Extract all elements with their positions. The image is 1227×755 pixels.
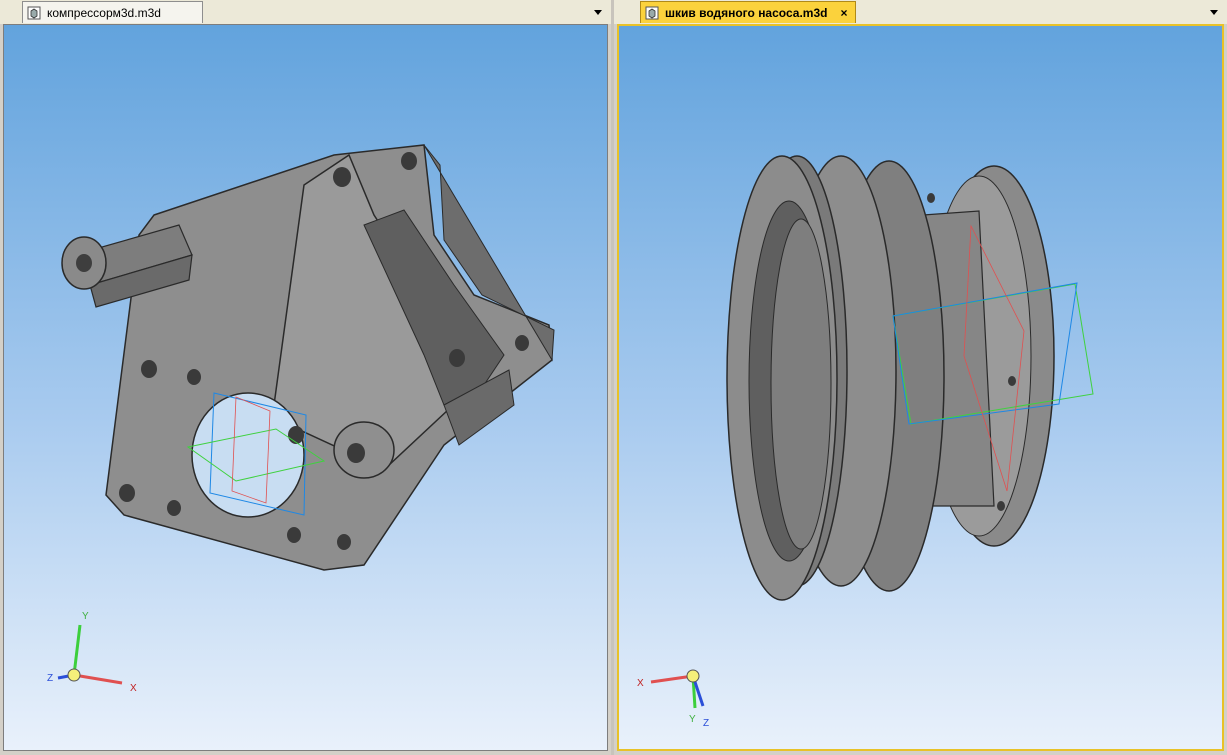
document-3d-icon — [645, 6, 659, 19]
right-document-window: шкив водяного насоса.m3d × X Y Z — [614, 0, 1227, 755]
tab-water-pump-pulley[interactable]: шкив водяного насоса.m3d × — [640, 1, 856, 23]
left-3d-viewport[interactable]: Y X Z — [3, 24, 608, 751]
tab-label: компрессорм3d.m3d — [47, 5, 161, 20]
left-tab-bar: компрессорм3d.m3d — [0, 0, 611, 24]
coordinate-triad: X Y Z — [637, 669, 709, 729]
y-axis-label: Y — [82, 611, 89, 622]
y-axis-label: Y — [689, 714, 696, 725]
z-axis-label: Z — [47, 673, 53, 684]
document-3d-icon — [27, 6, 41, 19]
z-axis-label: Z — [703, 718, 709, 729]
left-document-window: компрессорм3d.m3d Y X Z — [0, 0, 611, 755]
x-axis-label: X — [637, 678, 644, 689]
right-3d-viewport[interactable]: X Y Z — [617, 24, 1224, 751]
right-tab-bar: шкив водяного насоса.m3d × — [614, 0, 1227, 24]
dropdown-arrow-icon[interactable] — [1207, 5, 1221, 19]
x-axis-label: X — [130, 683, 137, 694]
dropdown-arrow-icon[interactable] — [591, 5, 605, 19]
coordinate-triad: Y X Z — [47, 611, 137, 694]
water-pump-pulley-model — [726, 155, 1094, 601]
close-icon[interactable]: × — [837, 6, 851, 20]
tab-compressor-model[interactable]: компрессорм3d.m3d — [22, 1, 203, 23]
tab-label: шкив водяного насоса.m3d — [665, 5, 828, 20]
